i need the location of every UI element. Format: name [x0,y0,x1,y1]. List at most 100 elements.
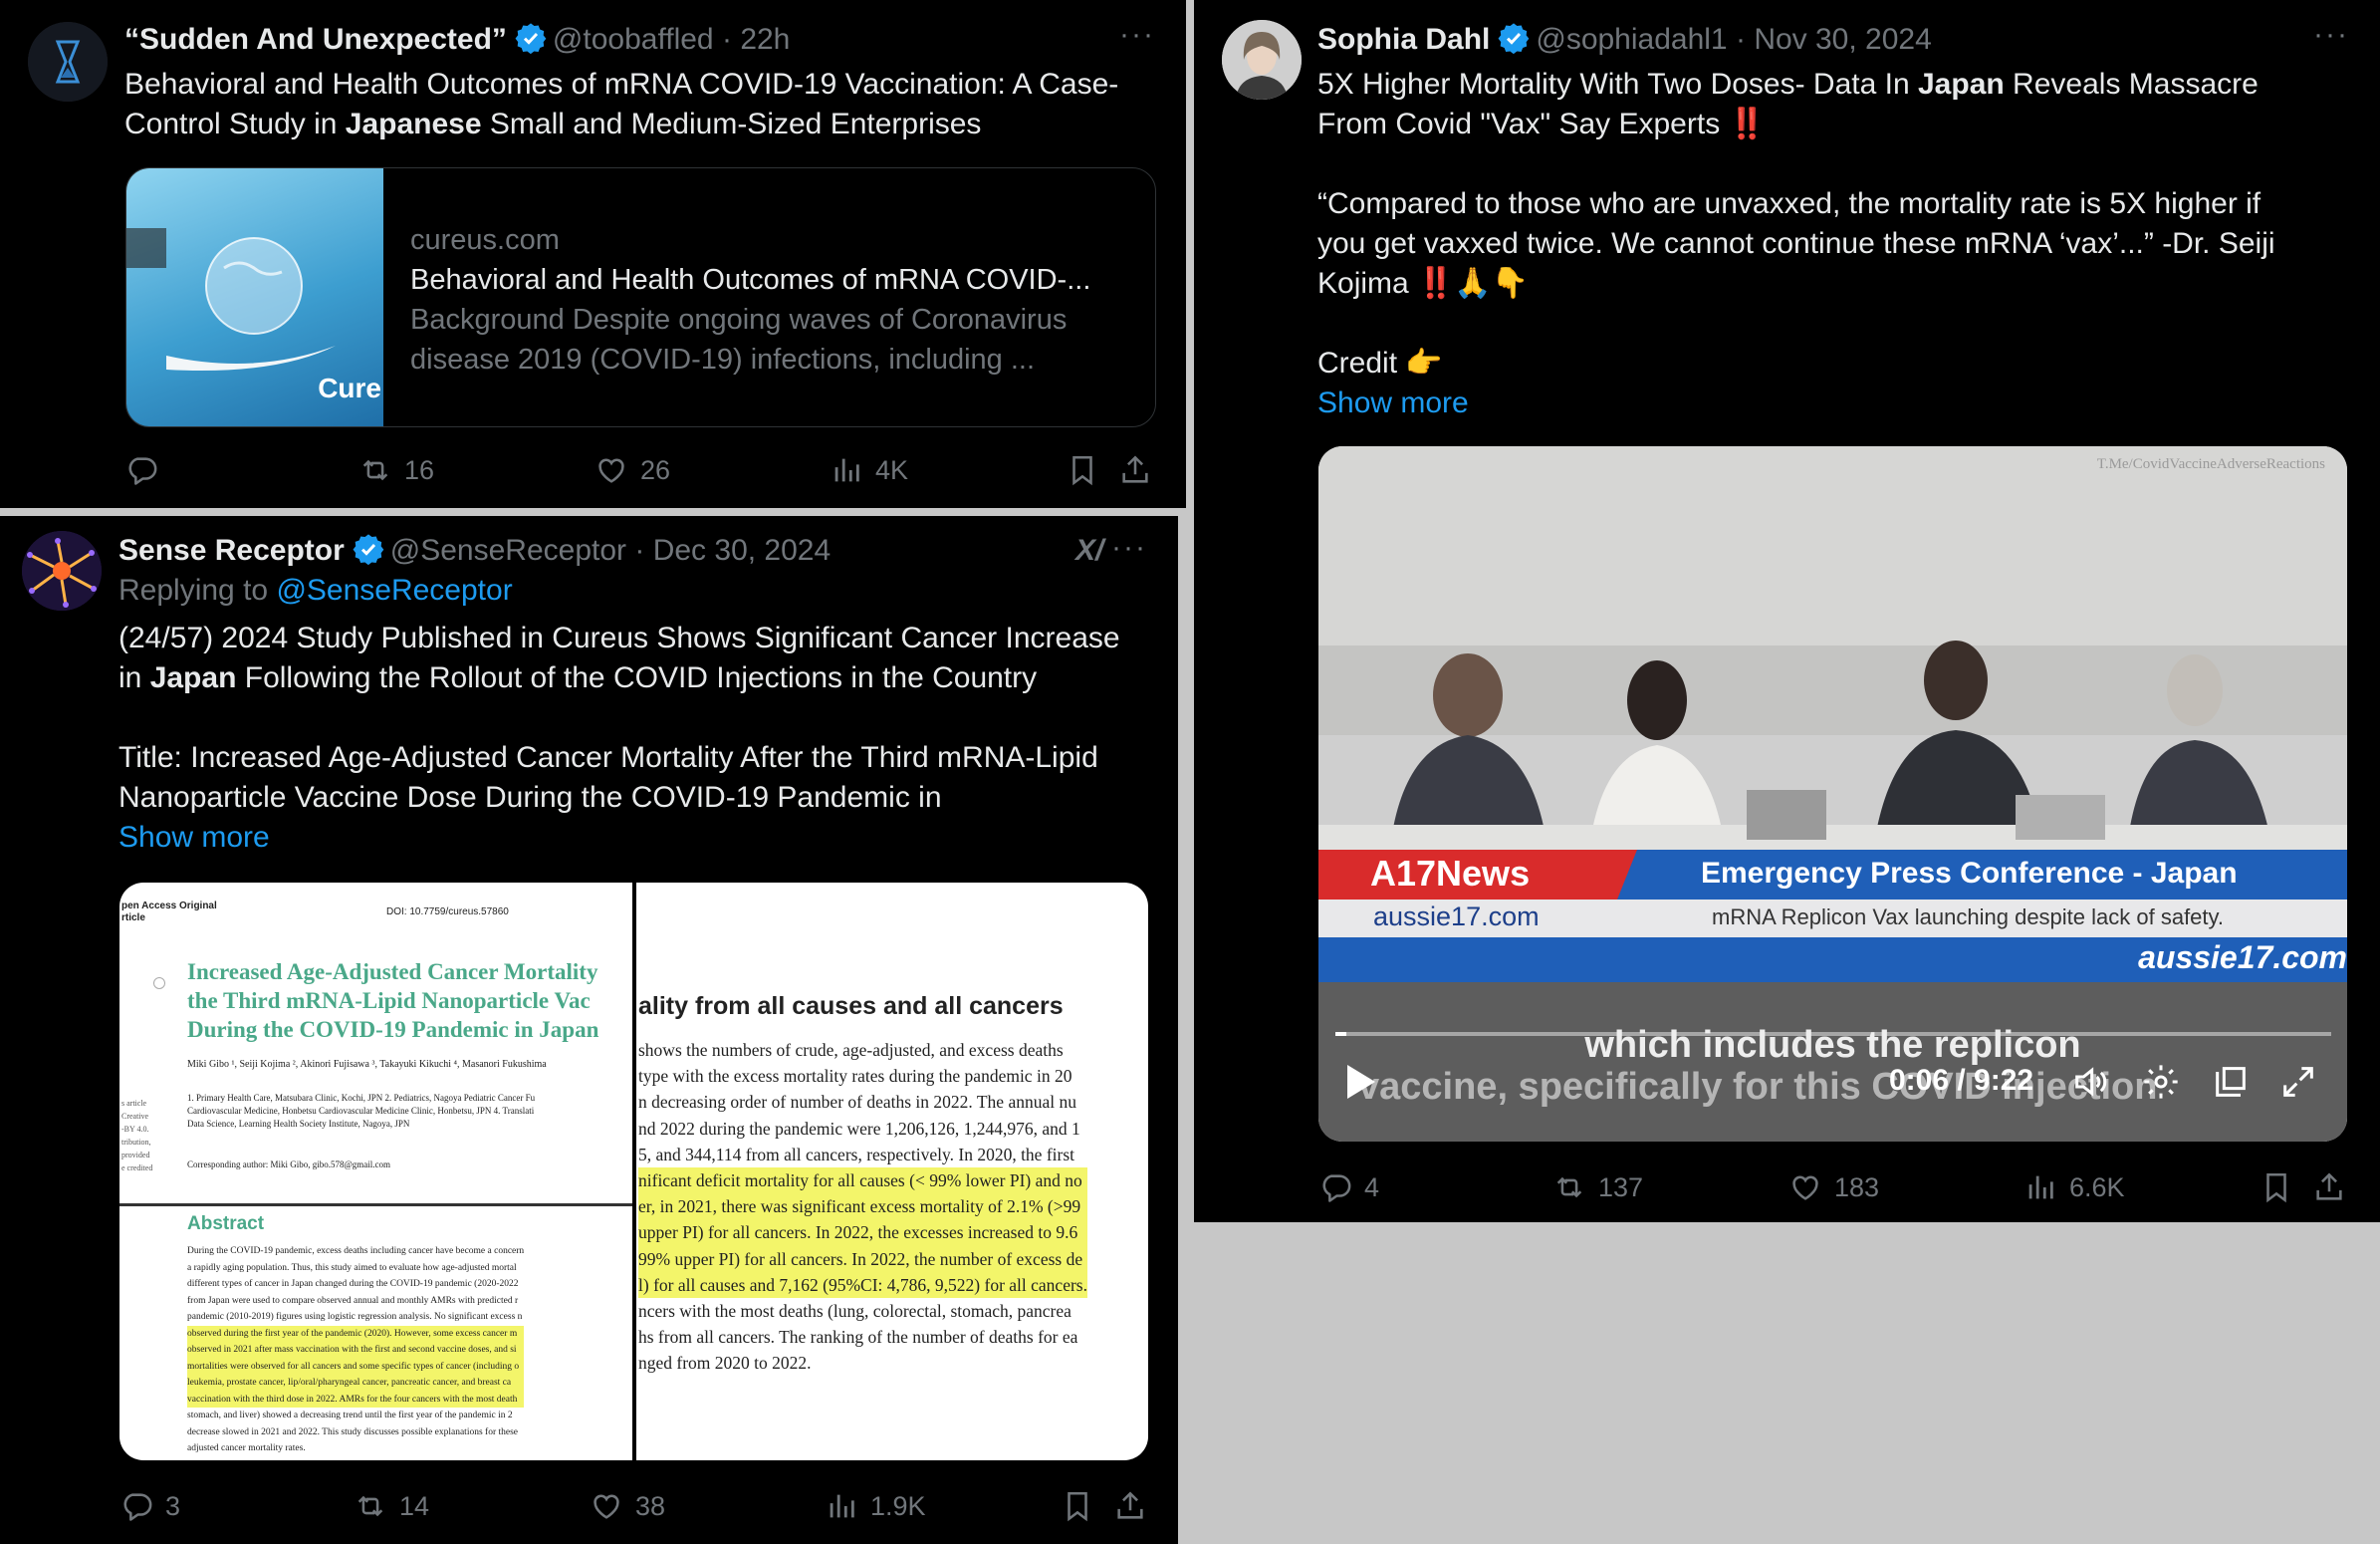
share-button[interactable] [2312,1170,2346,1204]
avatar[interactable] [28,22,108,102]
show-more-link[interactable]: Show more [1317,384,2363,423]
play-button[interactable] [1343,1062,1379,1107]
views-icon [834,458,859,482]
tweet-text-line: Credit 👉 [1317,347,1443,380]
views-count: 6.6K [2069,1171,2125,1202]
tweet-text-line: (24/57) 2024 Study Published in Cureus S… [119,622,1120,654]
more-options-icon[interactable]: ··· [1119,18,1155,52]
card-thumbnail: Cure [126,168,383,426]
grok-icon[interactable]: X/ [1075,534,1103,568]
paper-title: Increased Age-Adjusted Cancer Mortality … [187,959,599,1042]
paper-access-label: pen Access Original [121,901,217,911]
views-icon [830,1494,854,1518]
dock-button[interactable] [2211,1062,2251,1107]
abstract-heading: Abstract [187,1213,265,1234]
views-button[interactable]: 4K [830,453,908,487]
show-more-link[interactable]: Show more [119,818,1164,858]
share-button[interactable] [1113,1489,1147,1523]
paper-corresponding: Corresponding author: Miki Gibo, gibo.57… [187,1159,391,1169]
views-button[interactable]: 1.9K [825,1489,926,1523]
like-count: 183 [1834,1171,1880,1202]
display-name[interactable]: Sophia Dahl [1317,23,1490,56]
paper-article-label: rticle [121,912,145,923]
card-description: Background Despite ongoing waves of Coro… [410,304,1068,336]
repost-icon [1556,1176,1582,1198]
settings-button[interactable] [2141,1062,2181,1107]
like-button[interactable]: 38 [590,1489,665,1523]
tweet-sensereceptor[interactable]: Sense Receptor @SenseReceptor · Dec 30, 2… [0,516,1178,1544]
tweet-text-line: in Japan Following the Rollout of the CO… [119,661,1038,694]
share-icon [1117,1491,1143,1519]
timestamp[interactable]: 22h [740,23,790,56]
paper-authors: Miki Gibo ¹, Seiji Kojima ², Akinori Fuj… [187,1059,547,1070]
paper-screenshot[interactable]: pen Access Original rticle DOI: 10.7759/… [119,883,1148,1460]
video-player[interactable]: T.Me/CovidVaccineAdverseReactions A17New… [1318,446,2347,1142]
dock-icon [2216,1067,2246,1097]
display-name[interactable]: “Sudden And Unexpected” [124,23,507,56]
fullscreen-button[interactable] [2278,1062,2318,1107]
bookmark-icon [1072,455,1092,486]
video-watermark: T.Me/CovidVaccineAdverseReactions [2096,456,2325,472]
tweet-text-line: Title: Increased Age-Adjusted Cancer Mor… [119,741,1098,774]
views-count: 1.9K [870,1490,926,1521]
handle[interactable]: @sophiadahl1 [1536,23,1727,56]
mention-link[interactable]: @SenseReceptor [276,574,512,607]
like-count: 26 [640,454,671,485]
like-button[interactable]: 26 [595,453,670,487]
bookmark-button[interactable] [2260,1170,2293,1204]
avatar[interactable] [22,531,102,611]
video-caption: vaccine, specifically for this COVID inj… [1358,1066,2158,1108]
heart-icon [1792,1175,1818,1200]
display-name[interactable]: Sense Receptor [119,534,345,567]
share-icon [1122,455,1148,483]
video-time: 0:06 / 9:22 [1889,1064,2034,1097]
repost-button[interactable]: 14 [354,1489,429,1523]
bookmark-button[interactable] [1066,453,1099,487]
reply-button[interactable]: 4 [1318,1170,1379,1204]
views-button[interactable]: 6.6K [2023,1170,2125,1204]
share-button[interactable] [1118,453,1152,487]
avatar[interactable] [1222,20,1302,100]
paper-right-page: ality from all causes and all cancers sh… [636,883,1148,1460]
timestamp[interactable]: Dec 30, 2024 [653,534,831,567]
fullscreen-icon [2283,1067,2313,1097]
tweet-text: (24/57) 2024 Study Published in Cureus S… [119,619,1164,858]
heart-icon [598,458,624,483]
card-domain: cureus.com [410,224,560,256]
tweet-header: “Sudden And Unexpected” @toobaffled · 22h [124,20,790,65]
bookmark-icon [1068,1491,1087,1522]
more-options-icon[interactable]: ··· [2313,18,2349,52]
orcid-icon [153,977,165,989]
timestamp[interactable]: Nov 30, 2024 [1754,23,1931,56]
repost-count: 16 [404,454,435,485]
volume-button[interactable] [2070,1062,2110,1107]
abstract-text: During the COVID-19 pandemic, excess dea… [187,1246,525,1453]
bookmark-icon [2266,1172,2286,1203]
bookmark-button[interactable] [1061,1489,1094,1523]
paper-left-page: pen Access Original rticle DOI: 10.7759/… [119,883,632,1460]
repost-count: 14 [399,1490,430,1521]
tweet-sophiadahl[interactable]: Sophia Dahl @sophiadahl1 · Nov 30, 2024 ·… [1194,0,2380,1222]
repost-icon [362,459,388,481]
tweet-text-line: From Covid "Vax" Say Experts ‼️ [1317,108,1766,140]
repost-button[interactable]: 16 [358,453,434,487]
more-options-icon[interactable]: ··· [1111,531,1147,565]
link-card[interactable]: Cure cureus.com Behavioral and Health Ou… [125,167,1156,427]
tweet-header: Sophia Dahl @sophiadahl1 · Nov 30, 2024 [1317,20,1932,65]
tweet-toobaffled[interactable]: “Sudden And Unexpected” @toobaffled · 22h… [0,0,1186,508]
results-text: shows the numbers of crude, age-adjusted… [638,1040,1087,1374]
reply-count: 4 [1364,1171,1380,1202]
tweet-text: 5X Higher Mortality With Two Doses- Data… [1317,65,2363,423]
reply-button[interactable] [124,453,170,487]
tweet-text-line: Behavioral and Health Outcomes of mRNA C… [124,68,1119,101]
paper-side-notes: s article Creative -BY 4.0. tribution, provi… [121,1099,153,1172]
like-button[interactable]: 183 [1788,1170,1879,1204]
views-icon [2028,1175,2053,1199]
reply-button[interactable]: 3 [119,1489,180,1523]
volume-icon [2075,1067,2107,1097]
handle[interactable]: @toobaffled [553,23,714,56]
reply-icon [123,1493,152,1521]
repost-button[interactable]: 137 [1552,1170,1643,1204]
handle[interactable]: @SenseReceptor [390,534,626,567]
separator: · [1735,23,1746,56]
